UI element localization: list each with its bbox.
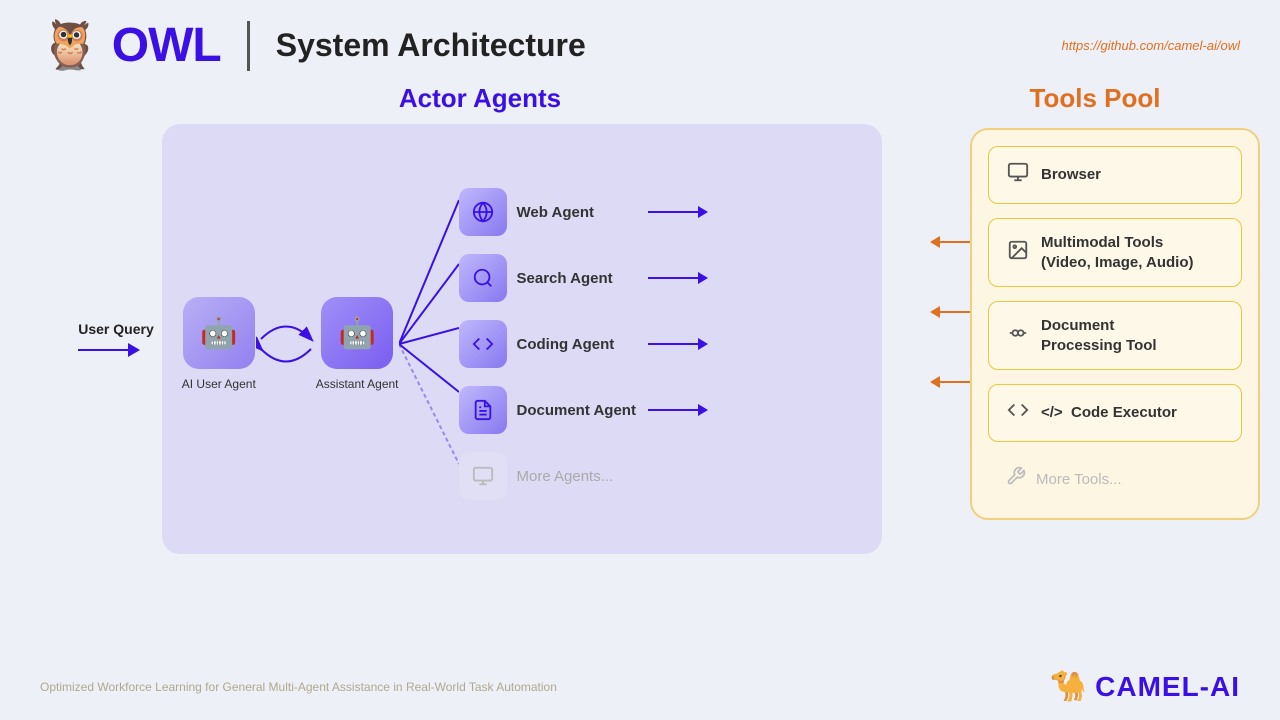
browser-return-arrow-spacer [930,144,970,200]
doc-processing-icon [1007,322,1029,350]
sub-agents-column: Web Agent Search Agent [459,188,636,500]
more-agents-row: More Agents... [459,452,636,500]
multimodal-icon [1007,239,1029,267]
web-agent-label: Web Agent [517,204,595,221]
assistant-agent-label: Assistant Agent [316,377,399,391]
coding-agent-arrow [648,320,708,368]
assistant-agent-icon: 🤖 [321,297,393,369]
browser-tool-label: Browser [1041,165,1101,185]
code-executor-label: </> Code Executor [1041,403,1177,423]
browser-tool: Browser [988,146,1242,204]
search-agent-arrow [648,254,708,302]
ai-user-agent-icon: 🤖 [183,297,255,369]
coding-agent-label: Coding Agent [517,336,615,353]
camel-ai-logo: 🐪 CAMEL-AI [1050,669,1240,704]
doc-processing-tool: DocumentProcessing Tool [988,301,1242,370]
web-agent-arrow [648,188,708,236]
tools-pool-section: Tools Pool [950,83,1240,520]
assistant-agent: 🤖 Assistant Agent [316,297,399,391]
document-agent-icon [459,386,507,434]
user-query-arrow [78,343,140,357]
doc-return-arrow [930,284,970,340]
actor-box: 🤖 AI User Agent [162,124,882,554]
return-arrows-col [930,128,970,468]
more-tools-icon [1006,466,1026,492]
footer: Optimized Workforce Learning for General… [40,669,1240,704]
more-agents-spacer [648,452,708,500]
footer-tagline: Optimized Workforce Learning for General… [40,680,557,694]
more-tools-return-spacer [930,424,970,468]
web-agent-icon [459,188,507,236]
owl-title: OWL [112,18,221,73]
coding-agent-icon [459,320,507,368]
ai-user-agent-label: AI User Agent [182,377,256,391]
multimodal-return-arrow [930,214,970,270]
more-agents-label: More Agents... [517,468,614,485]
header: 🦉 OWL System Architecture https://github… [0,0,1280,73]
coding-agent-row: Coding Agent [459,320,636,368]
camel-icon: 🐪 [1050,669,1087,704]
ai-user-agent: 🤖 AI User Agent [182,297,256,391]
github-link[interactable]: https://github.com/camel-ai/owl [1062,38,1240,53]
main-content: Actor Agents User Query 🤖 AI User Age [0,73,1280,648]
more-agents-icon [459,452,507,500]
document-agent-arrow [648,386,708,434]
header-divider [247,21,250,71]
document-agent-row: Document Agent [459,386,636,434]
curved-arrows [256,294,316,394]
doc-processing-tool-label: DocumentProcessing Tool [1041,316,1157,355]
document-agent-label: Document Agent [517,402,636,419]
fanout-lines [399,164,459,524]
tools-pool-box: Browser Multimodal Tools(Video, Image, A… [970,128,1260,520]
multimodal-tool: Multimodal Tools(Video, Image, Audio) [988,218,1242,287]
search-agent-icon [459,254,507,302]
search-agent-label: Search Agent [517,270,613,287]
web-agent-row: Web Agent [459,188,636,236]
browser-icon [1007,161,1029,189]
camel-brand-label: CAMEL-AI [1095,671,1240,703]
more-tools: More Tools... [988,456,1242,502]
more-tools-label: More Tools... [1036,471,1122,488]
owl-icon: 🦉 [40,22,100,70]
user-query-label: User Query [78,321,153,337]
code-executor-icon [1007,399,1029,427]
tools-pool-title: Tools Pool [1030,83,1161,114]
sub-agent-to-tool-arrows [648,188,708,500]
actor-agents-section: Actor Agents User Query 🤖 AI User Age [40,83,920,554]
multimodal-tool-label: Multimodal Tools(Video, Image, Audio) [1041,233,1194,272]
actor-agents-title: Actor Agents [399,83,561,114]
search-agent-row: Search Agent [459,254,636,302]
tools-with-return-arrows: Browser Multimodal Tools(Video, Image, A… [930,128,1260,520]
header-left: 🦉 OWL System Architecture [40,18,586,73]
code-return-arrow [930,354,970,410]
system-architecture-title: System Architecture [276,27,586,64]
code-executor-tool: </> Code Executor [988,384,1242,442]
